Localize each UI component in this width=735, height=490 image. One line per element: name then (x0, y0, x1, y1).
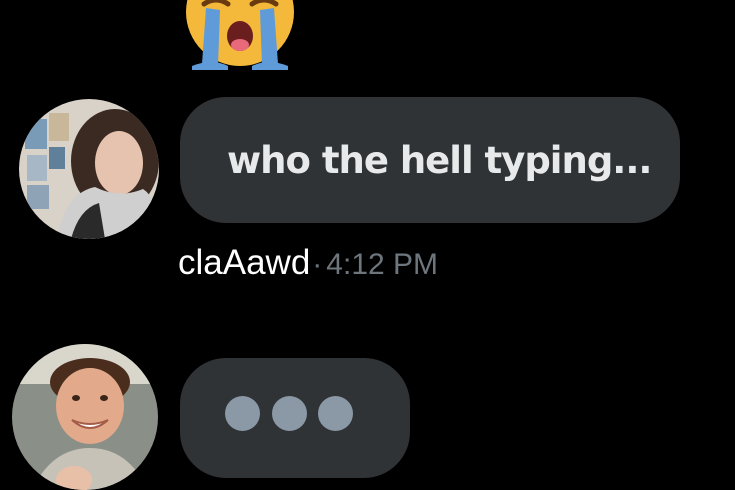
avatar-icon (12, 344, 158, 490)
message-text: who the hell typing... (227, 138, 652, 182)
message-bubble[interactable]: who the hell typing... (180, 97, 680, 223)
message-timestamp: 4:12 PM (326, 248, 439, 281)
typing-user-avatar[interactable] (12, 344, 158, 490)
meta-separator: · (312, 248, 323, 281)
sender-username[interactable]: claAawd (178, 243, 310, 282)
loudly-crying-face-icon (186, 0, 294, 70)
typing-dot (272, 396, 307, 431)
avatar-icon (19, 99, 159, 239)
message-meta: claAawd· 4:12 PM (178, 245, 438, 280)
typing-dot (318, 396, 353, 431)
typing-dot (225, 396, 260, 431)
sender-avatar[interactable] (19, 99, 159, 239)
